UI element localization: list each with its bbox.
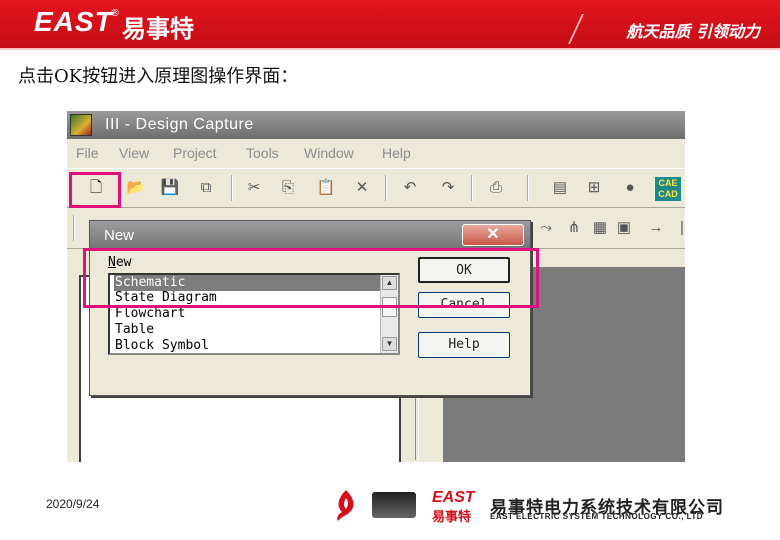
ok-highlight xyxy=(83,248,539,308)
menu-project[interactable]: Project xyxy=(173,145,217,161)
app-icon xyxy=(70,114,92,136)
print-icon[interactable]: ⎙ xyxy=(485,177,507,199)
menu-tools[interactable]: Tools xyxy=(246,145,279,161)
save-icon[interactable]: 💾 xyxy=(159,177,181,199)
undo-icon[interactable]: ↶ xyxy=(399,177,421,199)
menu-window[interactable]: Window xyxy=(304,145,354,161)
list-item-table[interactable]: Table xyxy=(114,322,380,338)
paste-icon[interactable]: 📋 xyxy=(315,177,337,199)
slide-caption: 点击OK按钮进入原理图操作界面： xyxy=(18,66,299,87)
close-icon: ✕ xyxy=(486,226,500,243)
scroll-down-icon[interactable]: ▼ xyxy=(382,337,397,351)
standard-toolbar: 🗋 📂 💾 ⧉ ✂ ⎘ 📋 ✕ ↶ ↷ ⎙ ▤ ⊞ ● xyxy=(67,168,685,208)
arrow-right-icon[interactable]: → xyxy=(645,217,667,239)
menu-file[interactable]: File xyxy=(76,145,99,161)
redo-icon[interactable]: ↷ xyxy=(437,177,459,199)
menu-view[interactable]: View xyxy=(119,145,149,161)
flame-logo-icon xyxy=(337,490,354,521)
port-icon[interactable]: ▣ xyxy=(613,217,635,239)
list-item-flowchart[interactable]: Flowchart xyxy=(114,306,380,322)
dialog-title: New xyxy=(104,227,135,244)
toolbar-separator xyxy=(73,215,75,241)
header-divider xyxy=(568,14,596,44)
copy-icon[interactable]: ⎘ xyxy=(277,177,299,199)
cae-label: CAE xyxy=(658,178,678,188)
toolbar-separator xyxy=(471,175,473,201)
app-titlebar: III - Design Capture xyxy=(67,111,685,139)
new-dialog: New ✕ New Schematic State Diagram Flowch… xyxy=(89,220,531,396)
east-logo-chinese: 易事特 xyxy=(122,15,194,43)
header-slogan: 航天品质 引领动力 xyxy=(626,22,760,41)
header-underline xyxy=(0,48,780,50)
footer-east-chinese: 易事特 xyxy=(432,510,472,525)
cut-icon[interactable]: ✂ xyxy=(243,177,265,199)
toolbar-separator xyxy=(527,175,529,201)
help-button[interactable]: Help xyxy=(418,332,510,358)
list-item-block-symbol[interactable]: Block Symbol xyxy=(114,338,380,353)
toolbar-separator xyxy=(231,175,233,201)
browser-icon[interactable]: ▤ xyxy=(549,177,571,199)
slide-header: EAST ® 易事特 航天品质 引领动力 xyxy=(0,0,780,48)
cae-cad-icon[interactable]: CAE CAD xyxy=(655,177,681,201)
globe-icon[interactable]: ● xyxy=(619,177,641,199)
toolbar-separator xyxy=(385,175,387,201)
new-button-highlight xyxy=(69,172,121,208)
open-folder-icon[interactable]: 📂 xyxy=(125,177,147,199)
partner-logo xyxy=(372,492,416,518)
cad-label: CAD xyxy=(658,189,678,199)
component-icon[interactable]: ▦ xyxy=(589,217,611,239)
save-all-icon[interactable]: ⧉ xyxy=(195,177,217,199)
footer-east-logo: EAST xyxy=(432,489,475,506)
east-logo: EAST xyxy=(34,6,113,37)
close-button[interactable]: ✕ xyxy=(462,224,524,246)
text-cursor-icon[interactable]: | xyxy=(671,217,685,239)
dialog-titlebar: New ✕ xyxy=(90,221,530,249)
company-name-english: EAST ELECTRIC SYSTEM TECHNOLOGY CO., LTD xyxy=(490,512,704,521)
bus-icon[interactable]: ⋔ xyxy=(563,217,585,239)
app-title: III - Design Capture xyxy=(105,116,254,133)
hierarchy-icon[interactable]: ⊞ xyxy=(583,177,605,199)
wire-icon[interactable]: ⤳ xyxy=(535,217,557,239)
slide-date: 2020/9/24 xyxy=(46,497,100,511)
delete-icon[interactable]: ✕ xyxy=(351,177,373,199)
menu-bar: File View Project Tools Window Help xyxy=(67,139,685,165)
menu-help[interactable]: Help xyxy=(382,145,411,161)
registered-mark: ® xyxy=(110,8,120,19)
